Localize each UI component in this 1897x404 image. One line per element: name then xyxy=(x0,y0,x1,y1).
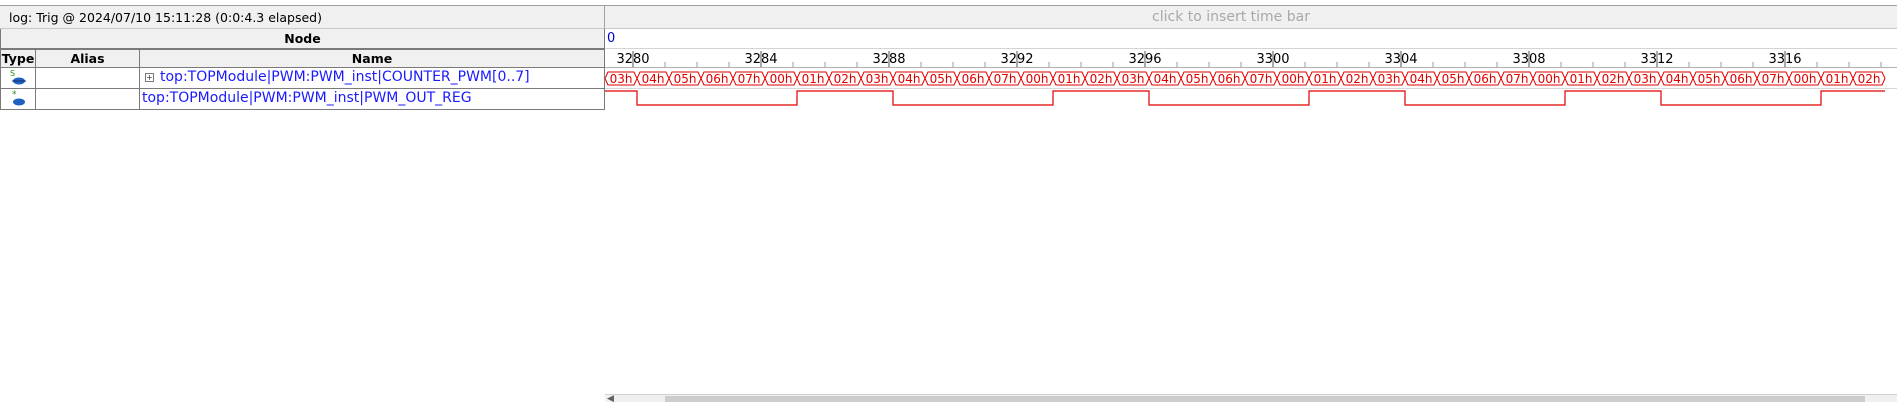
bus-value-label: 06h xyxy=(1730,72,1753,86)
insert-time-bar[interactable]: click to insert time bar xyxy=(605,5,1897,29)
scroll-left-arrow-icon[interactable]: ◀ xyxy=(607,394,614,404)
bus-value-label: 07h xyxy=(994,72,1017,86)
bus-value-label: 06h xyxy=(1218,72,1241,86)
bus-value-label: 02h xyxy=(1346,72,1369,86)
svg-text:S: S xyxy=(10,69,15,78)
bus-value-label: 00h xyxy=(1282,72,1305,86)
pwm-out-waveform xyxy=(605,90,1885,106)
scrollbar-track[interactable] xyxy=(1865,396,1897,402)
ruler-tick-label: 3304 xyxy=(1384,52,1417,67)
bus-value-label: 00h xyxy=(1794,72,1817,86)
bus-value-label: 03h xyxy=(866,72,889,86)
bus-value-label: 04h xyxy=(1154,72,1177,86)
bus-value-label: 05h xyxy=(674,72,697,86)
bus-value-label: 01h xyxy=(802,72,825,86)
waveform-area[interactable]: 03h 04h 05h 06h 07h 00h 01h 02h 03h 04h 05h 06h 07h 0… xyxy=(605,68,1897,110)
node-column-header: Node xyxy=(0,29,605,49)
ruler-tick-label: 3288 xyxy=(872,52,905,67)
bus-value-label: 03h xyxy=(1122,72,1145,86)
ruler-tick-label: 3296 xyxy=(1128,52,1161,67)
bus-value-label: 01h xyxy=(1570,72,1593,86)
signal-row-name[interactable]: + top:TOPModule|PWM:PWM_inst|COUNTER_PWM[… xyxy=(140,68,605,89)
bus-value-label: 00h xyxy=(1538,72,1561,86)
register-icon: * xyxy=(12,90,25,106)
bus-value-label: 04h xyxy=(898,72,921,86)
bus-value-label: 02h xyxy=(1090,72,1113,86)
bus-value-label: 05h xyxy=(1442,72,1465,86)
bus-value-label: 01h xyxy=(1058,72,1081,86)
signal-row-type: * xyxy=(0,89,36,110)
bus-value-label: 03h xyxy=(610,72,633,86)
horizontal-scrollbar[interactable]: ◀ xyxy=(605,394,1897,404)
signal-row-name[interactable]: top:TOPModule|PWM:PWM_inst|PWM_OUT_REG xyxy=(140,89,605,110)
bus-icon: S xyxy=(10,69,26,85)
ruler-tick-label: 3284 xyxy=(744,52,777,67)
bus-value-label: 02h xyxy=(1858,72,1881,86)
type-column-header[interactable]: Type xyxy=(0,49,36,68)
bus-value-label: 05h xyxy=(930,72,953,86)
scrollbar-thumb[interactable] xyxy=(665,396,1865,402)
signal-row-type: S xyxy=(0,68,36,89)
bus-value-label: 01h xyxy=(1314,72,1337,86)
bus-value-label: 07h xyxy=(1250,72,1273,86)
signal-row-alias[interactable] xyxy=(36,68,140,89)
bus-value-label: 01h xyxy=(1826,72,1849,86)
bus-value-label: 03h xyxy=(1634,72,1657,86)
ruler-tick-label: 3312 xyxy=(1640,52,1673,67)
ruler-tick-label: 3316 xyxy=(1768,52,1801,67)
bus-value-label: 02h xyxy=(1602,72,1625,86)
bus-value-label: 00h xyxy=(1026,72,1049,86)
bus-value-label: 04h xyxy=(642,72,665,86)
bus-value-label: 07h xyxy=(1506,72,1529,86)
log-status-bar: log: Trig @ 2024/07/10 15:11:28 (0:0:4.3… xyxy=(0,5,605,29)
ruler-tick-label: 3308 xyxy=(1512,52,1545,67)
name-column-header[interactable]: Name xyxy=(140,49,605,68)
bus-value-label: 02h xyxy=(834,72,857,86)
bus-value-label: 03h xyxy=(1378,72,1401,86)
svg-text:*: * xyxy=(12,90,17,100)
bus-value-label: 05h xyxy=(1186,72,1209,86)
signal-name-label: top:TOPModule|PWM:PWM_inst|PWM_OUT_REG xyxy=(142,90,472,106)
bus-value-label: 00h xyxy=(770,72,793,86)
bus-value-label: 05h xyxy=(1698,72,1721,86)
time-ruler[interactable]: 3280 3284 3288 3292 3296 3300 3304 3308 3312 3316 xyxy=(605,49,1897,68)
ruler-tick-label: 3300 xyxy=(1256,52,1289,67)
signal-row-alias[interactable] xyxy=(36,89,140,110)
ruler-tick-label: 3292 xyxy=(1000,52,1033,67)
signal-name-label: top:TOPModule|PWM:PWM_inst|COUNTER_PWM[0… xyxy=(160,69,530,85)
ruler-tick-label: 3280 xyxy=(616,52,649,67)
bus-value-label: 04h xyxy=(1666,72,1689,86)
bus-value-label: 06h xyxy=(962,72,985,86)
bus-value-label: 07h xyxy=(738,72,761,86)
bus-value-label: 04h xyxy=(1410,72,1433,86)
bus-value-label: 06h xyxy=(1474,72,1497,86)
time-origin-label: 0 xyxy=(605,29,1897,49)
bus-value-label: 07h xyxy=(1762,72,1785,86)
alias-column-header[interactable]: Alias xyxy=(36,49,140,68)
bus-value-label: 06h xyxy=(706,72,729,86)
expand-toggle-icon[interactable]: + xyxy=(145,73,154,82)
